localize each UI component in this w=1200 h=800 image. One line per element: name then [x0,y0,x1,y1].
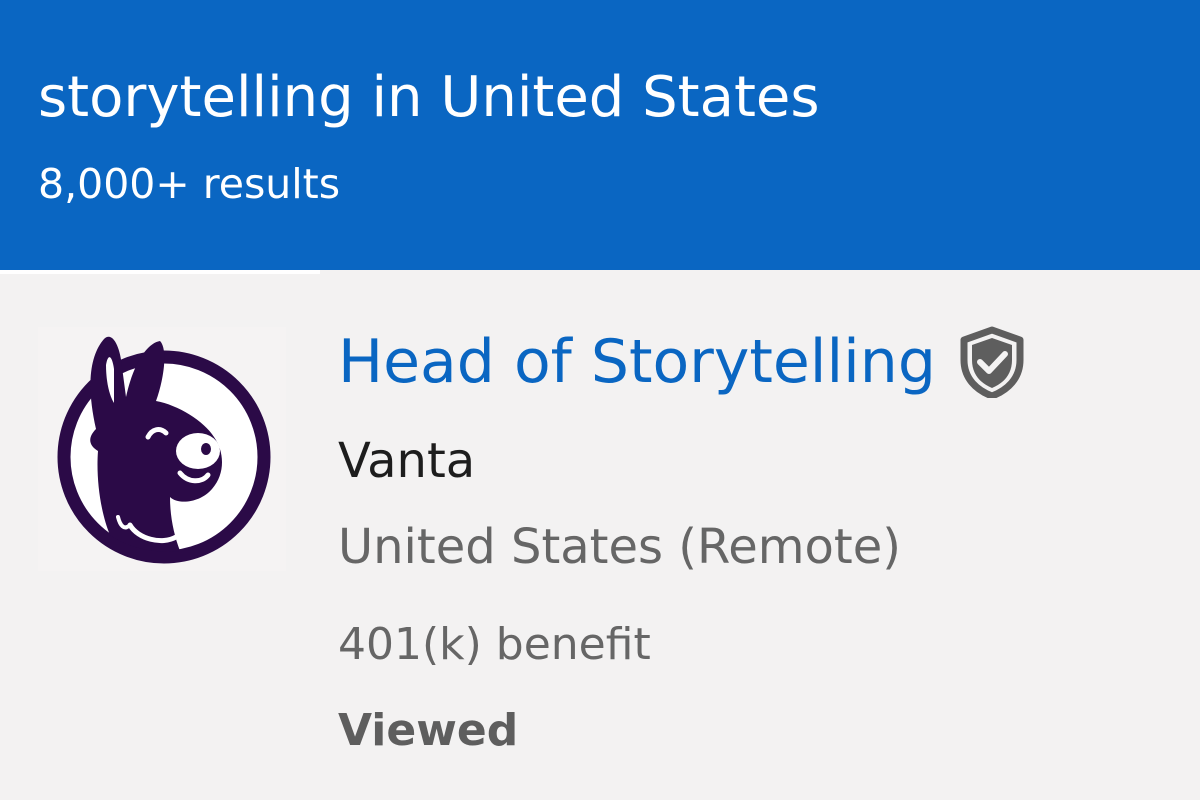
job-title-link[interactable]: Head of Storytelling [338,322,936,402]
company-logo[interactable] [38,327,286,571]
search-results-header: storytelling in United States 8,000+ res… [0,0,1200,270]
viewed-status: Viewed [338,705,519,756]
company-name[interactable]: Vanta [338,428,475,494]
job-title-row: Head of Storytelling [338,322,1026,402]
job-insight: 401(k) benefit [338,619,651,670]
shield-check-icon [958,326,1026,400]
llama-logo-icon [57,336,271,564]
search-title: storytelling in United States [38,65,820,130]
job-location: United States (Remote) [338,519,901,575]
card-top-divider [0,270,320,274]
results-count: 8,000+ results [38,160,341,208]
